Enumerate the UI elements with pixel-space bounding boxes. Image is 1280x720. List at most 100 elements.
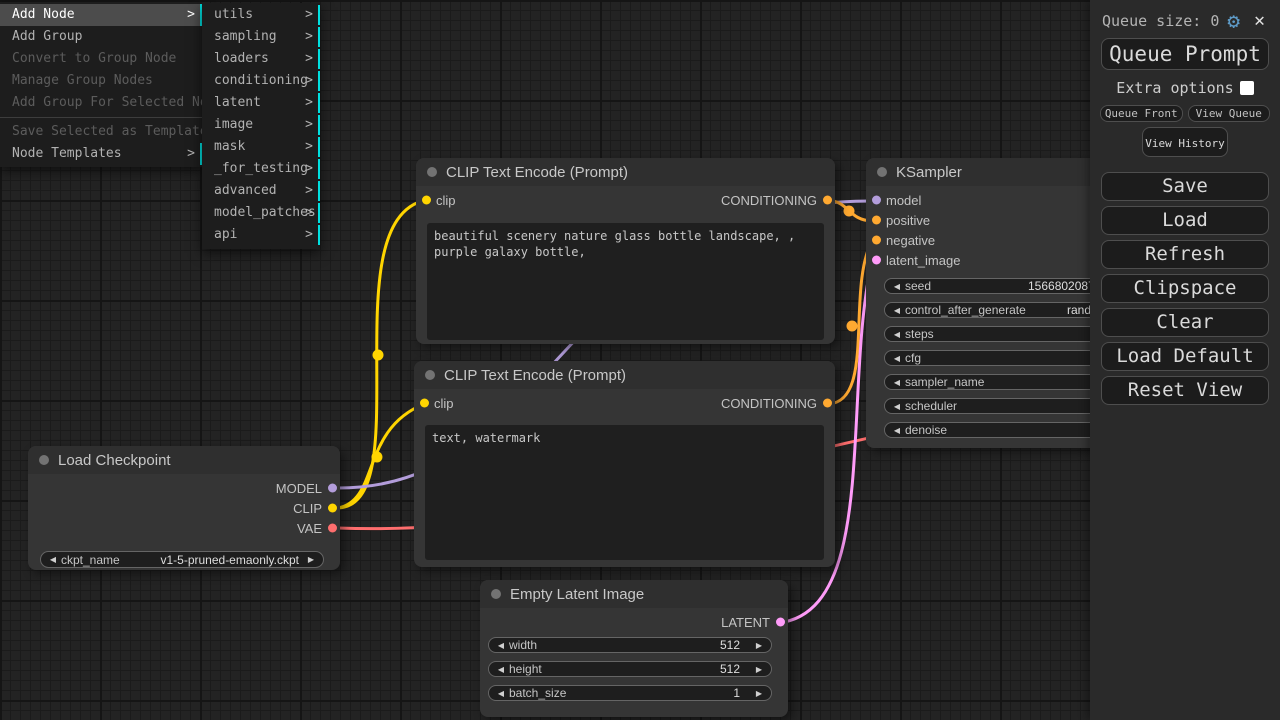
collapse-dot[interactable] [427, 167, 437, 177]
submenu-arrow-icon: > [305, 27, 313, 47]
menu-item-label: advanced [214, 183, 277, 198]
menu-item-add-node[interactable]: Add Node > [0, 4, 202, 26]
widget-label: denoise [905, 423, 947, 437]
input-slot-latent-image[interactable] [872, 256, 881, 265]
view-queue-button[interactable]: View Queue [1188, 105, 1271, 122]
close-icon[interactable]: ✕ [1254, 12, 1265, 30]
clear-button[interactable]: Clear [1101, 308, 1269, 337]
load-button[interactable]: Load [1101, 206, 1269, 235]
widget-value: 512 [720, 662, 740, 676]
decrement-arrow-icon[interactable]: ◀ [890, 402, 904, 411]
submenu-item-image[interactable]: image > [202, 115, 320, 135]
widget-label: scheduler [905, 399, 957, 413]
decrement-arrow-icon[interactable]: ◀ [890, 306, 904, 315]
output-slot-clip[interactable] [328, 504, 337, 513]
input-slot-negative[interactable] [872, 236, 881, 245]
queue-prompt-button[interactable]: Queue Prompt [1101, 38, 1269, 70]
decrement-arrow-icon[interactable]: ◀ [890, 354, 904, 363]
decrement-arrow-icon[interactable]: ◀ [890, 426, 904, 435]
output-slot-model[interactable] [328, 484, 337, 493]
decrement-arrow-icon[interactable]: ◀ [890, 282, 904, 291]
menu-item-add-group[interactable]: Add Group [0, 26, 202, 48]
collapse-dot[interactable] [39, 455, 49, 465]
submenu-item-for-testing[interactable]: _for_testing > [202, 159, 320, 179]
prompt-textarea[interactable]: text, watermark [425, 425, 824, 560]
submenu-item-mask[interactable]: mask > [202, 137, 320, 157]
menu-separator [0, 117, 202, 118]
decrement-arrow-icon[interactable]: ◀ [494, 689, 508, 698]
menu-item-convert-to-group-node: Convert to Group Node [0, 48, 202, 70]
node-load-checkpoint[interactable]: Load Checkpoint MODEL CLIP VAE ◀ ckpt_na… [28, 446, 340, 570]
queue-front-button[interactable]: Queue Front [1100, 105, 1183, 122]
collapse-dot[interactable] [877, 167, 887, 177]
output-slot-latent[interactable] [776, 618, 785, 627]
input-label: positive [886, 213, 930, 228]
save-button[interactable]: Save [1101, 172, 1269, 201]
submenu-arrow-icon: > [187, 4, 195, 26]
widget-label: control_after_generate [905, 303, 1026, 317]
reset-view-button[interactable]: Reset View [1101, 376, 1269, 405]
queue-size-value: 0 [1210, 12, 1219, 30]
output-label: CLIP [293, 501, 322, 516]
load-default-button[interactable]: Load Default [1101, 342, 1269, 371]
menu-item-label: sampling [214, 29, 277, 44]
submenu-item-sampling[interactable]: sampling > [202, 27, 320, 47]
submenu-item-loaders[interactable]: loaders > [202, 49, 320, 69]
input-slot-clip[interactable] [422, 196, 431, 205]
submenu-arrow-icon: > [305, 225, 313, 245]
extra-options-checkbox[interactable] [1240, 81, 1254, 95]
view-history-button[interactable]: View History [1142, 127, 1228, 157]
submenu-item-utils[interactable]: utils > [202, 5, 320, 25]
submenu-item-latent[interactable]: latent > [202, 93, 320, 113]
submenu-item-model-patches[interactable]: model_patches > [202, 203, 320, 223]
widget-label: batch_size [509, 686, 566, 700]
decrement-arrow-icon[interactable]: ◀ [46, 555, 60, 564]
widget-batch-size[interactable]: ◀ batch_size 1 ▶ [488, 685, 772, 701]
node-title-bar[interactable]: Load Checkpoint [28, 446, 340, 474]
increment-arrow-icon[interactable]: ▶ [752, 641, 766, 650]
increment-arrow-icon[interactable]: ▶ [304, 555, 318, 564]
input-slot-clip[interactable] [420, 399, 429, 408]
menu-item-label: Save Selected as Template [12, 124, 208, 139]
node-title-bar[interactable]: CLIP Text Encode (Prompt) [416, 158, 835, 186]
input-slot-positive[interactable] [872, 216, 881, 225]
widget-width[interactable]: ◀ width 512 ▶ [488, 637, 772, 653]
widget-label: cfg [905, 351, 921, 365]
input-slot-model[interactable] [872, 196, 881, 205]
submenu-item-api[interactable]: api > [202, 225, 320, 245]
decrement-arrow-icon[interactable]: ◀ [494, 641, 508, 650]
output-slot-vae[interactable] [328, 524, 337, 533]
increment-arrow-icon[interactable]: ▶ [752, 689, 766, 698]
increment-arrow-icon[interactable]: ▶ [752, 665, 766, 674]
submenu-item-advanced[interactable]: advanced > [202, 181, 320, 201]
input-label: clip [434, 396, 454, 411]
menu-item-node-templates[interactable]: Node Templates > [0, 143, 202, 165]
node-title: Load Checkpoint [58, 452, 171, 469]
submenu-arrow-icon: > [187, 143, 195, 165]
node-title-bar[interactable]: Empty Latent Image [480, 580, 788, 608]
output-slot-conditioning[interactable] [823, 399, 832, 408]
node-clip-text-encode-negative[interactable]: CLIP Text Encode (Prompt) clip CONDITION… [414, 361, 835, 567]
decrement-arrow-icon[interactable]: ◀ [890, 330, 904, 339]
decrement-arrow-icon[interactable]: ◀ [494, 665, 508, 674]
output-label: CONDITIONING [721, 396, 817, 411]
settings-gear-icon[interactable]: ⚙ [1227, 11, 1240, 32]
node-title-bar[interactable]: CLIP Text Encode (Prompt) [414, 361, 835, 389]
collapse-dot[interactable] [425, 370, 435, 380]
submenu-arrow-icon: > [305, 5, 313, 25]
submenu-item-conditioning[interactable]: conditioning > [202, 71, 320, 91]
clipspace-button[interactable]: Clipspace [1101, 274, 1269, 303]
node-clip-text-encode-positive[interactable]: CLIP Text Encode (Prompt) clip CONDITION… [416, 158, 835, 344]
decrement-arrow-icon[interactable]: ◀ [890, 378, 904, 387]
output-label: LATENT [721, 615, 770, 630]
widget-height[interactable]: ◀ height 512 ▶ [488, 661, 772, 677]
node-empty-latent-image[interactable]: Empty Latent Image LATENT ◀ width 512 ▶ … [480, 580, 788, 717]
output-slot-conditioning[interactable] [823, 196, 832, 205]
widget-ckpt-name[interactable]: ◀ ckpt_name v1-5-pruned-emaonly.ckpt ▶ [40, 551, 324, 568]
widget-value: 1566802087 [1028, 279, 1095, 293]
refresh-button[interactable]: Refresh [1101, 240, 1269, 269]
widget-label: height [509, 662, 542, 676]
prompt-textarea[interactable]: beautiful scenery nature glass bottle la… [427, 223, 824, 340]
collapse-dot[interactable] [491, 589, 501, 599]
output-label: VAE [297, 521, 322, 536]
